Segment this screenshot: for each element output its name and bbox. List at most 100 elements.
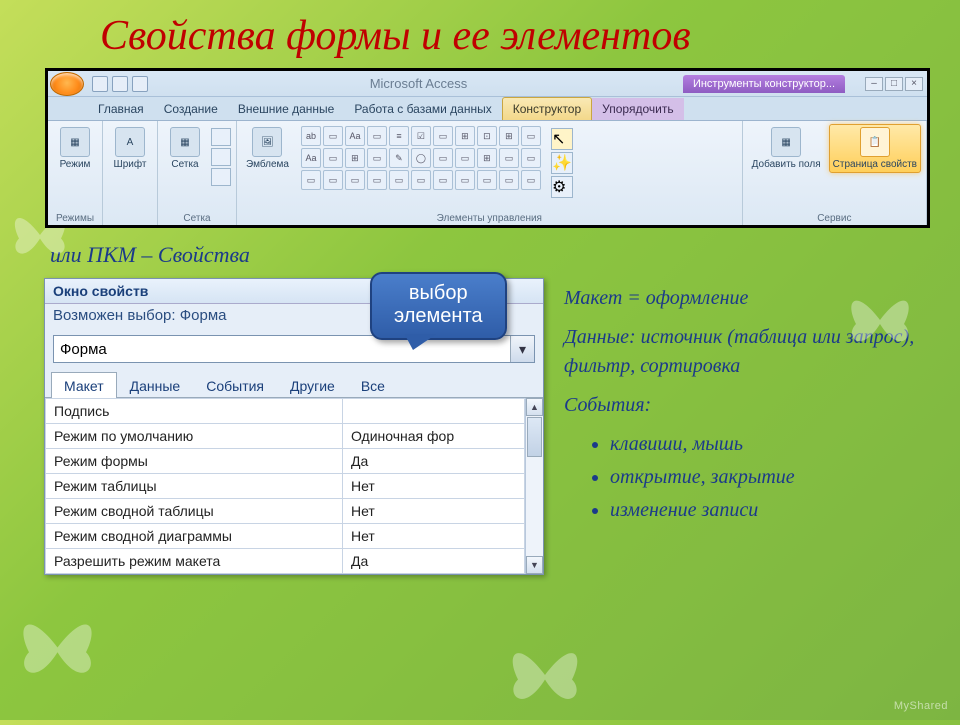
control-item[interactable]: ≡ — [389, 126, 409, 146]
control-item[interactable]: ▭ — [389, 170, 409, 190]
prop-value[interactable]: Да — [342, 449, 524, 474]
control-item[interactable]: Aa — [301, 148, 321, 168]
minimize-button[interactable]: – — [865, 77, 883, 91]
list-item: клавиши, мышь — [610, 430, 932, 459]
group-service: ▦ Добавить поля 📋 Страница свойств Серви… — [743, 121, 927, 225]
activex-icon[interactable]: ⚙ — [551, 176, 573, 198]
tab-external-data[interactable]: Внешние данные — [228, 98, 345, 120]
tab-events[interactable]: События — [193, 372, 277, 398]
control-item[interactable]: ☑ — [411, 126, 431, 146]
maximize-button[interactable]: □ — [885, 77, 903, 91]
emblem-button[interactable]: 🖼 Эмблема — [242, 124, 293, 173]
scrollbar[interactable]: ▲ ▼ — [525, 398, 543, 574]
control-item[interactable]: ⊡ — [477, 126, 497, 146]
tab-designer[interactable]: Конструктор — [502, 97, 592, 120]
tab-data[interactable]: Данные — [117, 372, 194, 398]
prop-name: Режим по умолчанию — [46, 424, 343, 449]
prop-name: Подпись — [46, 399, 343, 424]
prop-value[interactable]: Нет — [342, 524, 524, 549]
grid-small-2[interactable] — [211, 148, 231, 166]
prop-value[interactable] — [342, 399, 524, 424]
tab-other[interactable]: Другие — [277, 372, 348, 398]
control-item[interactable]: ◯ — [411, 148, 431, 168]
explain-layout: Макет = оформление — [564, 284, 932, 313]
control-item[interactable]: ▭ — [367, 170, 387, 190]
control-item[interactable]: Aa — [345, 126, 365, 146]
scroll-track[interactable] — [526, 416, 543, 556]
context-menu-note: или ПКМ – Свойства — [0, 228, 960, 274]
chevron-down-icon[interactable]: ▾ — [510, 336, 534, 362]
control-item[interactable]: ▭ — [345, 170, 365, 190]
control-item[interactable]: ▭ — [367, 148, 387, 168]
control-item[interactable]: ⊞ — [477, 148, 497, 168]
grid-small-1[interactable] — [211, 128, 231, 146]
tab-arrange[interactable]: Упорядочить — [592, 98, 683, 120]
group-modes: ▦ Режим Режимы — [48, 121, 103, 225]
control-item[interactable]: ▭ — [411, 170, 431, 190]
table-row[interactable]: Разрешить режим макетаДа — [46, 549, 525, 574]
prop-name: Режим формы — [46, 449, 343, 474]
control-item[interactable]: ▭ — [499, 148, 519, 168]
prop-value[interactable]: Одиночная фор — [342, 424, 524, 449]
scroll-up-icon[interactable]: ▲ — [526, 398, 543, 416]
control-item[interactable]: ▭ — [477, 170, 497, 190]
close-button[interactable]: × — [905, 77, 923, 91]
control-item[interactable]: ▭ — [521, 126, 541, 146]
control-item[interactable]: ▭ — [301, 170, 321, 190]
tab-database-tools[interactable]: Работа с базами данных — [344, 98, 501, 120]
prop-value[interactable]: Нет — [342, 499, 524, 524]
addfields-label: Добавить поля — [752, 159, 821, 170]
office-button[interactable] — [50, 72, 84, 96]
save-icon[interactable] — [92, 76, 108, 92]
ribbon-body: ▦ Режим Режимы A Шрифт ▦ Сетка — [48, 121, 927, 225]
control-item[interactable]: ▭ — [521, 148, 541, 168]
grid-button[interactable]: ▦ Сетка — [163, 124, 207, 173]
prop-value[interactable]: Нет — [342, 474, 524, 499]
control-item[interactable]: ▭ — [433, 126, 453, 146]
scroll-thumb[interactable] — [527, 417, 542, 457]
control-item[interactable]: ▭ — [323, 170, 343, 190]
control-item[interactable]: ⊞ — [455, 126, 475, 146]
property-sheet-icon: 📋 — [860, 127, 890, 157]
grid-small-3[interactable] — [211, 168, 231, 186]
pointer-icon[interactable]: ↖ — [551, 128, 573, 150]
control-item[interactable]: ⊞ — [345, 148, 365, 168]
property-sheet-button[interactable]: 📋 Страница свойств — [829, 124, 921, 173]
control-item[interactable]: ▭ — [367, 126, 387, 146]
watermark: MyShared — [894, 700, 948, 712]
explain-data: Данные: источник (таблица или запрос), ф… — [564, 323, 932, 381]
butterfly-decoration — [500, 630, 590, 720]
add-fields-button[interactable]: ▦ Добавить поля — [748, 124, 825, 173]
control-item[interactable]: ▭ — [433, 170, 453, 190]
tab-all[interactable]: Все — [348, 372, 398, 398]
control-item[interactable]: ▭ — [521, 170, 541, 190]
undo-icon[interactable] — [112, 76, 128, 92]
group-label-controls: Элементы управления — [242, 212, 737, 224]
table-row[interactable]: Режим таблицыНет — [46, 474, 525, 499]
quick-access-toolbar — [86, 76, 154, 92]
wizard-icon[interactable]: ✨ — [551, 152, 573, 174]
tab-layout[interactable]: Макет — [51, 372, 117, 398]
control-item[interactable]: ▭ — [499, 170, 519, 190]
prop-value[interactable]: Да — [342, 549, 524, 574]
control-item[interactable]: ab — [301, 126, 321, 146]
scroll-down-icon[interactable]: ▼ — [526, 556, 543, 574]
tab-home[interactable]: Главная — [88, 98, 154, 120]
table-row[interactable]: Режим по умолчаниюОдиночная фор — [46, 424, 525, 449]
table-row[interactable]: Подпись — [46, 399, 525, 424]
control-item[interactable]: ⊞ — [499, 126, 519, 146]
mode-button[interactable]: ▦ Режим — [53, 124, 97, 173]
control-item[interactable]: ▭ — [433, 148, 453, 168]
tab-create[interactable]: Создание — [154, 98, 228, 120]
control-item[interactable]: ▭ — [323, 126, 343, 146]
control-item[interactable]: ▭ — [455, 170, 475, 190]
table-row[interactable]: Режим формыДа — [46, 449, 525, 474]
control-item[interactable]: ▭ — [323, 148, 343, 168]
control-item[interactable]: ✎ — [389, 148, 409, 168]
group-label-font — [108, 212, 152, 224]
font-button[interactable]: A Шрифт — [108, 124, 152, 173]
redo-icon[interactable] — [132, 76, 148, 92]
table-row[interactable]: Режим сводной диаграммыНет — [46, 524, 525, 549]
table-row[interactable]: Режим сводной таблицыНет — [46, 499, 525, 524]
control-item[interactable]: ▭ — [455, 148, 475, 168]
